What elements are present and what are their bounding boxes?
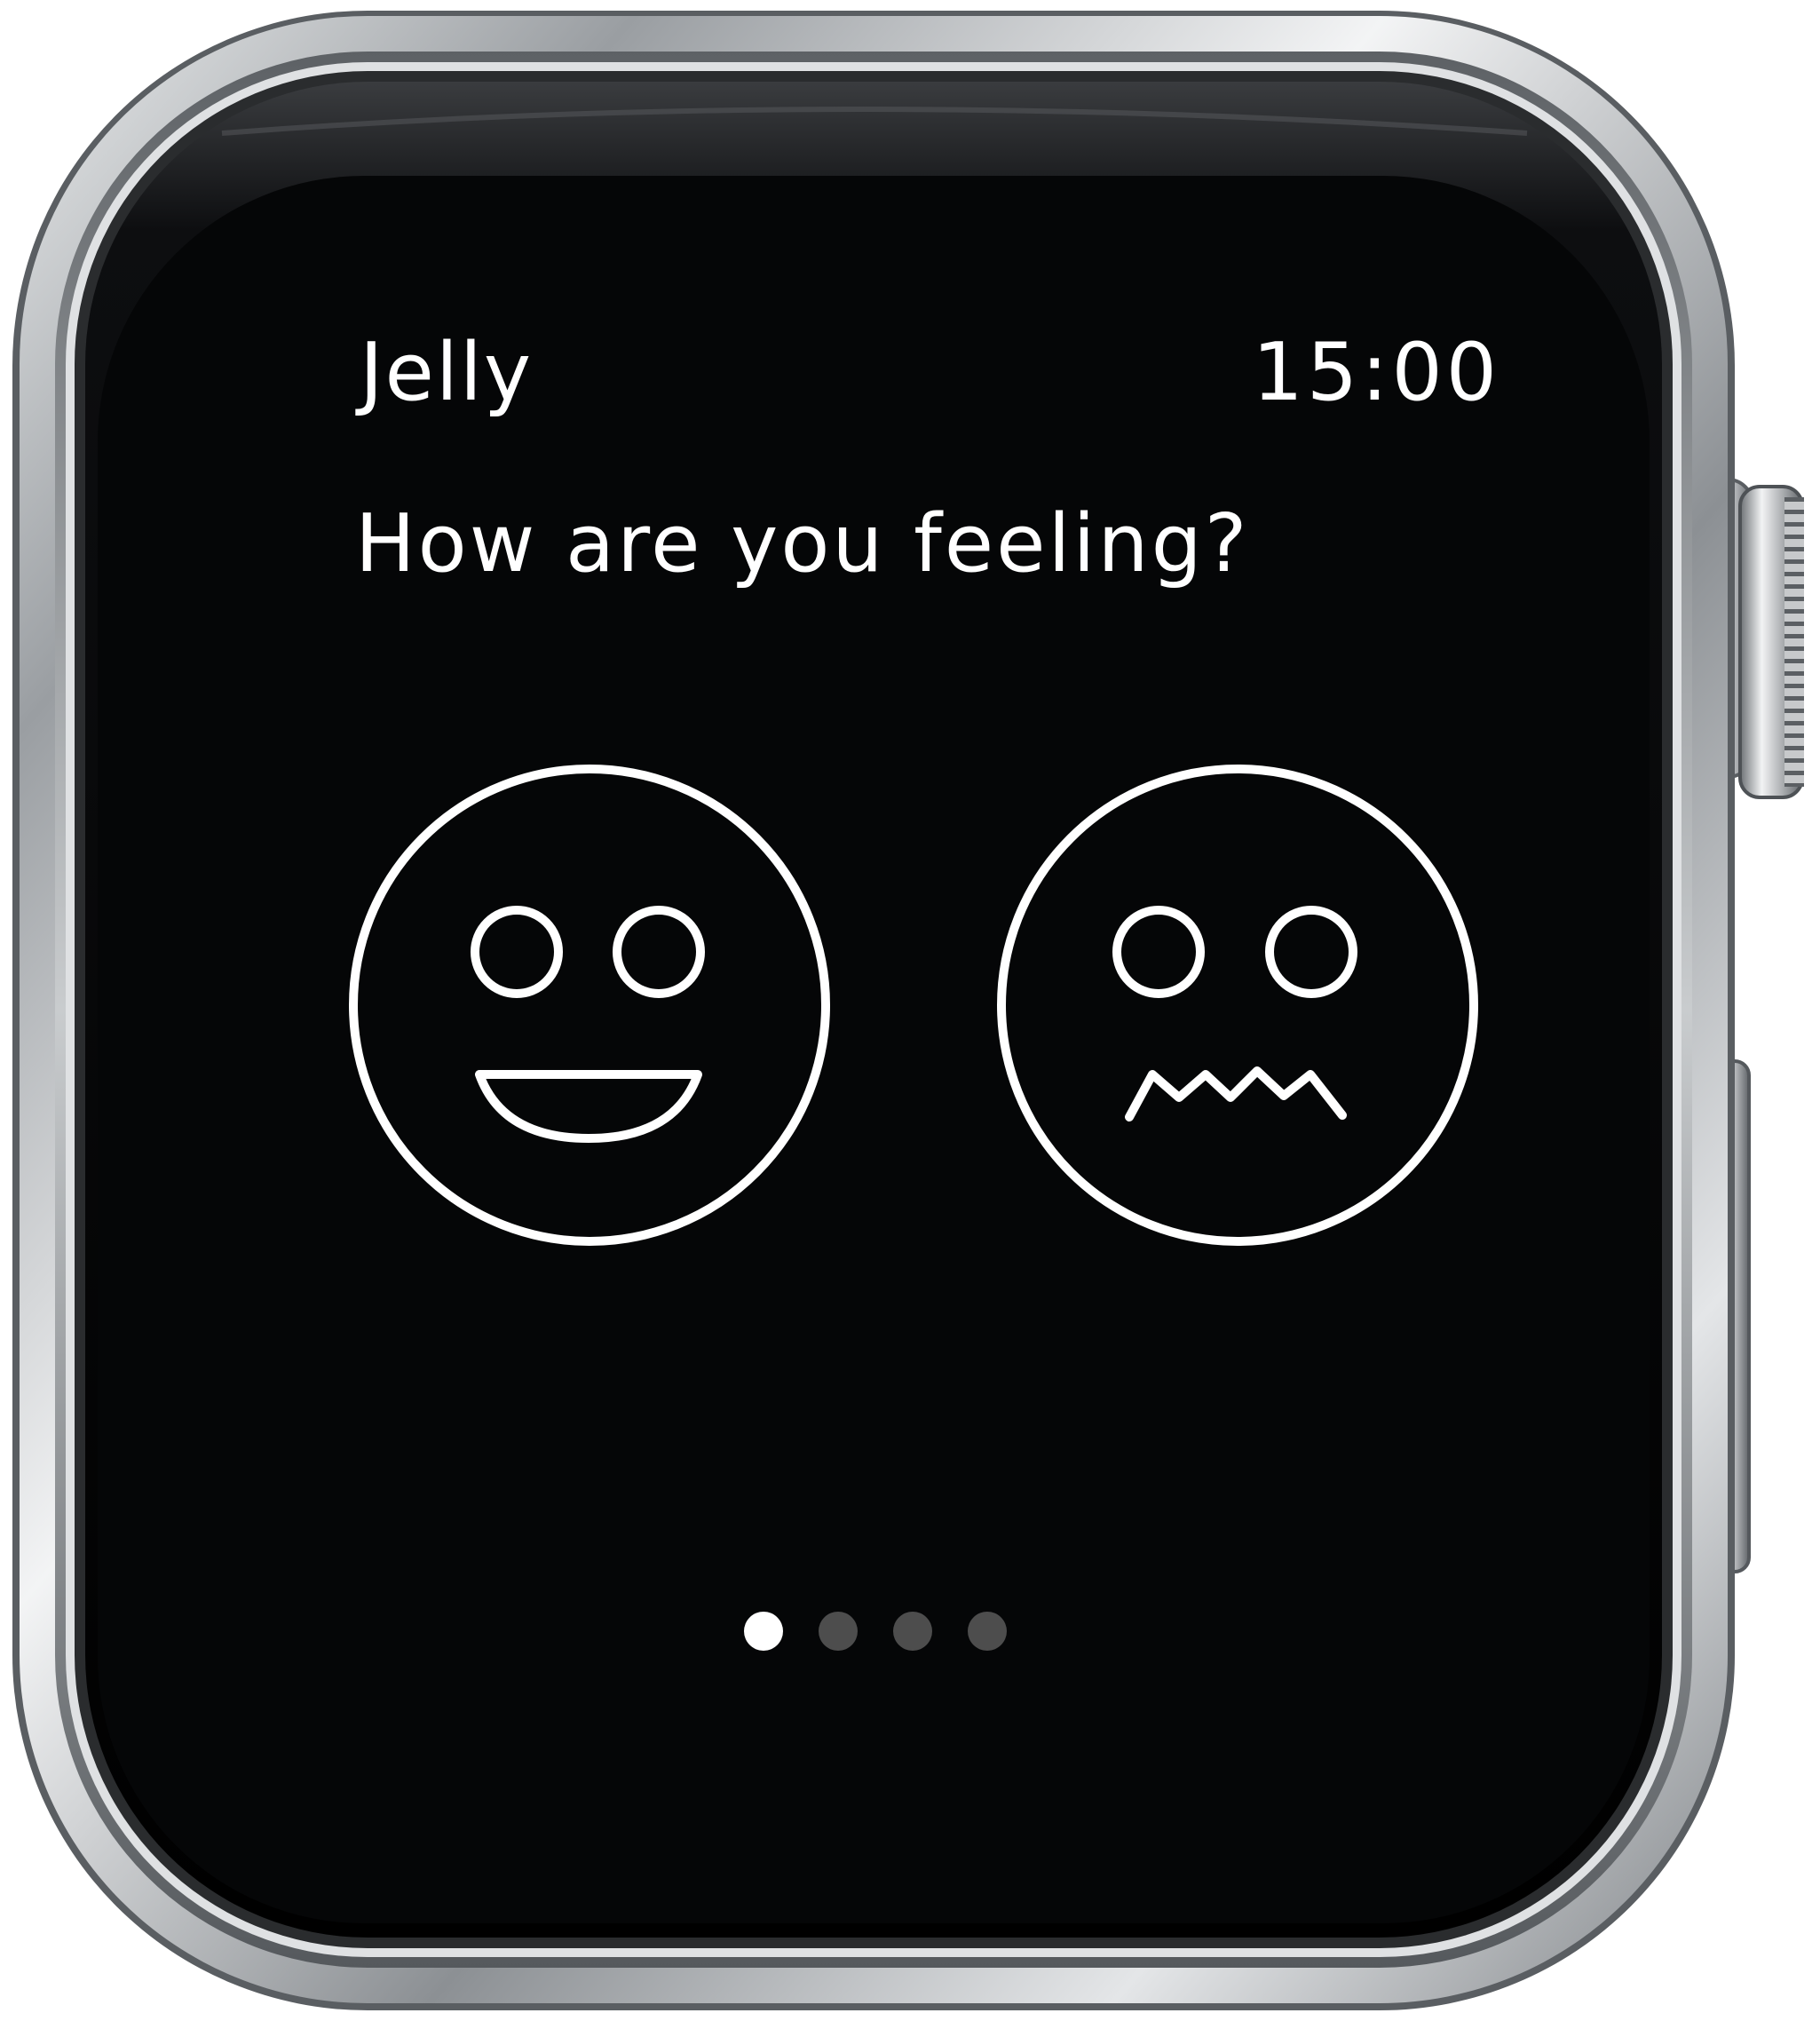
clock-time: 15:00 [1252, 326, 1500, 419]
page-indicator [744, 1612, 1010, 1652]
upset-face-icon [997, 765, 1478, 1246]
happy-mood-button[interactable] [346, 762, 833, 1248]
page-dot-3[interactable] [893, 1612, 932, 1651]
page-dot-1[interactable] [744, 1612, 783, 1651]
watch-screen: Jelly 15:00 How are you feeling? [0, 0, 1820, 2021]
upset-mood-button[interactable] [994, 762, 1481, 1248]
page-dot-2[interactable] [819, 1612, 858, 1651]
app-title: Jelly [360, 326, 534, 419]
happy-face-icon [349, 765, 830, 1246]
page-dot-4[interactable] [968, 1612, 1007, 1651]
feeling-question: How are you feeling? [355, 497, 1250, 590]
